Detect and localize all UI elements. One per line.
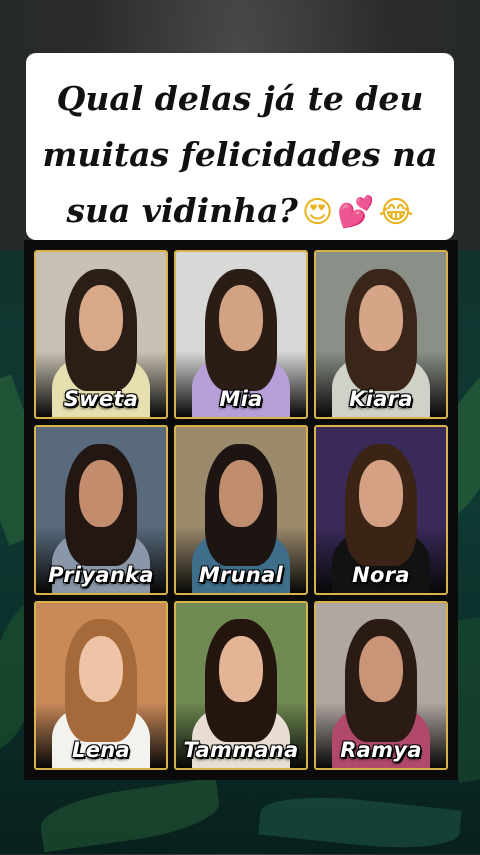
tile-name-label: Priyanka — [48, 562, 154, 587]
photo-grid: Sweta Mia Kiara Priyanka Mrunal Nora Len… — [34, 250, 448, 770]
tile-lena[interactable]: Lena — [34, 600, 168, 770]
tile-name-label: Sweta — [63, 387, 139, 412]
tile-name-label: Mrunal — [198, 562, 284, 587]
tile-name-label: Mia — [219, 387, 263, 412]
photo-grid-frame: Sweta Mia Kiara Priyanka Mrunal Nora Len… — [24, 240, 458, 780]
tears-of-joy-emoji-icon: 😂 — [378, 195, 414, 230]
question-line-3: sua vidinha? 😍 💕 😂 — [36, 183, 444, 241]
tile-name-label: Nora — [352, 562, 410, 587]
question-line-2: muitas felicidades na — [42, 135, 438, 174]
tile-name-label: Tammana — [183, 737, 299, 762]
two-hearts-emoji-icon: 💕 — [337, 195, 375, 230]
tile-kiara[interactable]: Kiara — [314, 250, 448, 420]
tile-priyanka[interactable]: Priyanka — [34, 425, 168, 595]
tile-name-label: Kiara — [349, 387, 413, 412]
question-line-1: Qual delas já te deu — [56, 79, 424, 118]
tile-mia[interactable]: Mia — [174, 250, 308, 420]
tile-sweta[interactable]: Sweta — [34, 250, 168, 420]
heart-eyes-emoji-icon: 😍 — [301, 195, 334, 230]
question-line-3-text: sua vidinha? — [66, 191, 298, 230]
tile-nora[interactable]: Nora — [314, 425, 448, 595]
tile-ramya[interactable]: Ramya — [314, 600, 448, 770]
tile-mrunal[interactable]: Mrunal — [174, 425, 308, 595]
tile-name-label: Ramya — [340, 737, 422, 762]
tile-tammana[interactable]: Tammana — [174, 600, 308, 770]
question-card: Qual delas já te deu muitas felicidades … — [26, 53, 454, 240]
tile-name-label: Lena — [72, 737, 130, 762]
